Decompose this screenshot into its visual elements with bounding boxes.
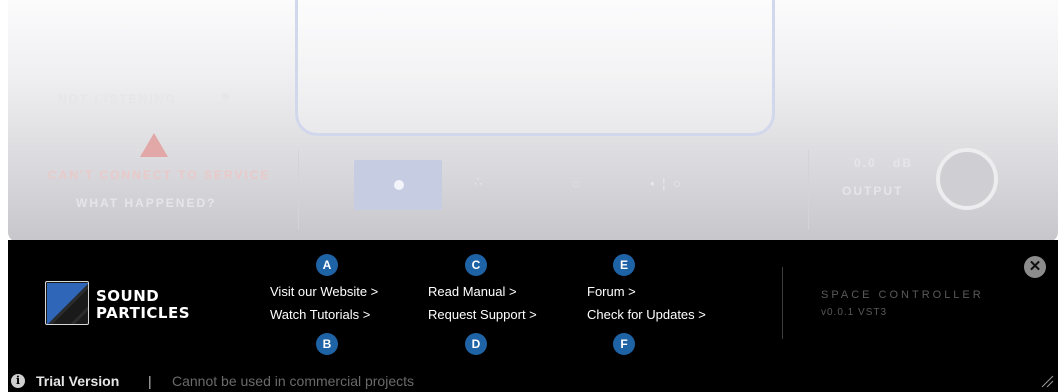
error-title: CAN'T CONNECT TO SERVICE <box>48 168 271 182</box>
close-button[interactable]: ✕ <box>1024 256 1046 278</box>
spatial-viewport <box>295 0 775 136</box>
output-label: OUTPUT <box>842 184 904 198</box>
badge-f: F <box>613 333 635 355</box>
badge-c: C <box>465 254 487 276</box>
what-happened-link[interactable]: WHAT HAPPENED? <box>76 196 216 210</box>
logo-icon <box>45 281 89 325</box>
product-name: SPACE CONTROLLER <box>821 289 984 301</box>
request-support-link[interactable]: Request Support > <box>428 307 537 322</box>
single-point-icon <box>394 180 404 190</box>
read-manual-link[interactable]: Read Manual > <box>428 284 517 299</box>
mode-single-button[interactable] <box>354 160 442 210</box>
divider <box>808 150 809 230</box>
watch-tutorials-link[interactable]: Watch Tutorials > <box>270 307 370 322</box>
badge-b: B <box>316 333 338 355</box>
resize-grip-icon[interactable] <box>1040 374 1054 388</box>
logo-text-line1: SOUND <box>96 287 160 305</box>
forum-link[interactable]: Forum > <box>587 284 636 299</box>
output-unit: dB <box>893 156 913 170</box>
mode-linear-button[interactable]: • ¦ ○ <box>626 160 714 210</box>
trial-version-label: Trial Version <box>36 373 120 389</box>
product-version: v0.0.1 VST3 <box>821 307 888 318</box>
plugin-background: NOT LISTENING ● CAN'T CONNECT TO SERVICE… <box>8 0 1058 242</box>
mode-ring-button[interactable]: ◌ <box>540 160 628 210</box>
badge-e: E <box>613 254 635 276</box>
trial-restriction-note: Cannot be used in commercial projects <box>172 373 415 389</box>
divider <box>298 150 299 230</box>
logo-text-line2: PARTICLES <box>96 304 191 322</box>
check-updates-link[interactable]: Check for Updates > <box>587 307 706 322</box>
status-dot-icon: ● <box>221 88 233 105</box>
close-icon: ✕ <box>1028 258 1042 275</box>
listening-status: NOT LISTENING <box>58 92 177 106</box>
badge-d: D <box>465 333 487 355</box>
about-panel: SOUND PARTICLES A Visit our Website > Wa… <box>8 240 1058 392</box>
footer-separator: | <box>148 373 152 389</box>
warning-icon <box>140 133 168 157</box>
cluster-icon: ∴ <box>474 174 485 189</box>
mode-cluster-button[interactable]: ∴ <box>454 160 542 210</box>
output-knob[interactable] <box>936 148 998 210</box>
divider <box>782 267 783 339</box>
ring-icon: ◌ <box>572 176 582 191</box>
badge-a: A <box>316 254 338 276</box>
output-value: 0.0 <box>854 156 877 170</box>
visit-website-link[interactable]: Visit our Website > <box>270 284 378 299</box>
info-icon: i <box>11 374 25 388</box>
plugin-window: NOT LISTENING ● CAN'T CONNECT TO SERVICE… <box>0 0 1058 392</box>
linear-icon: • ¦ ○ <box>650 176 684 191</box>
